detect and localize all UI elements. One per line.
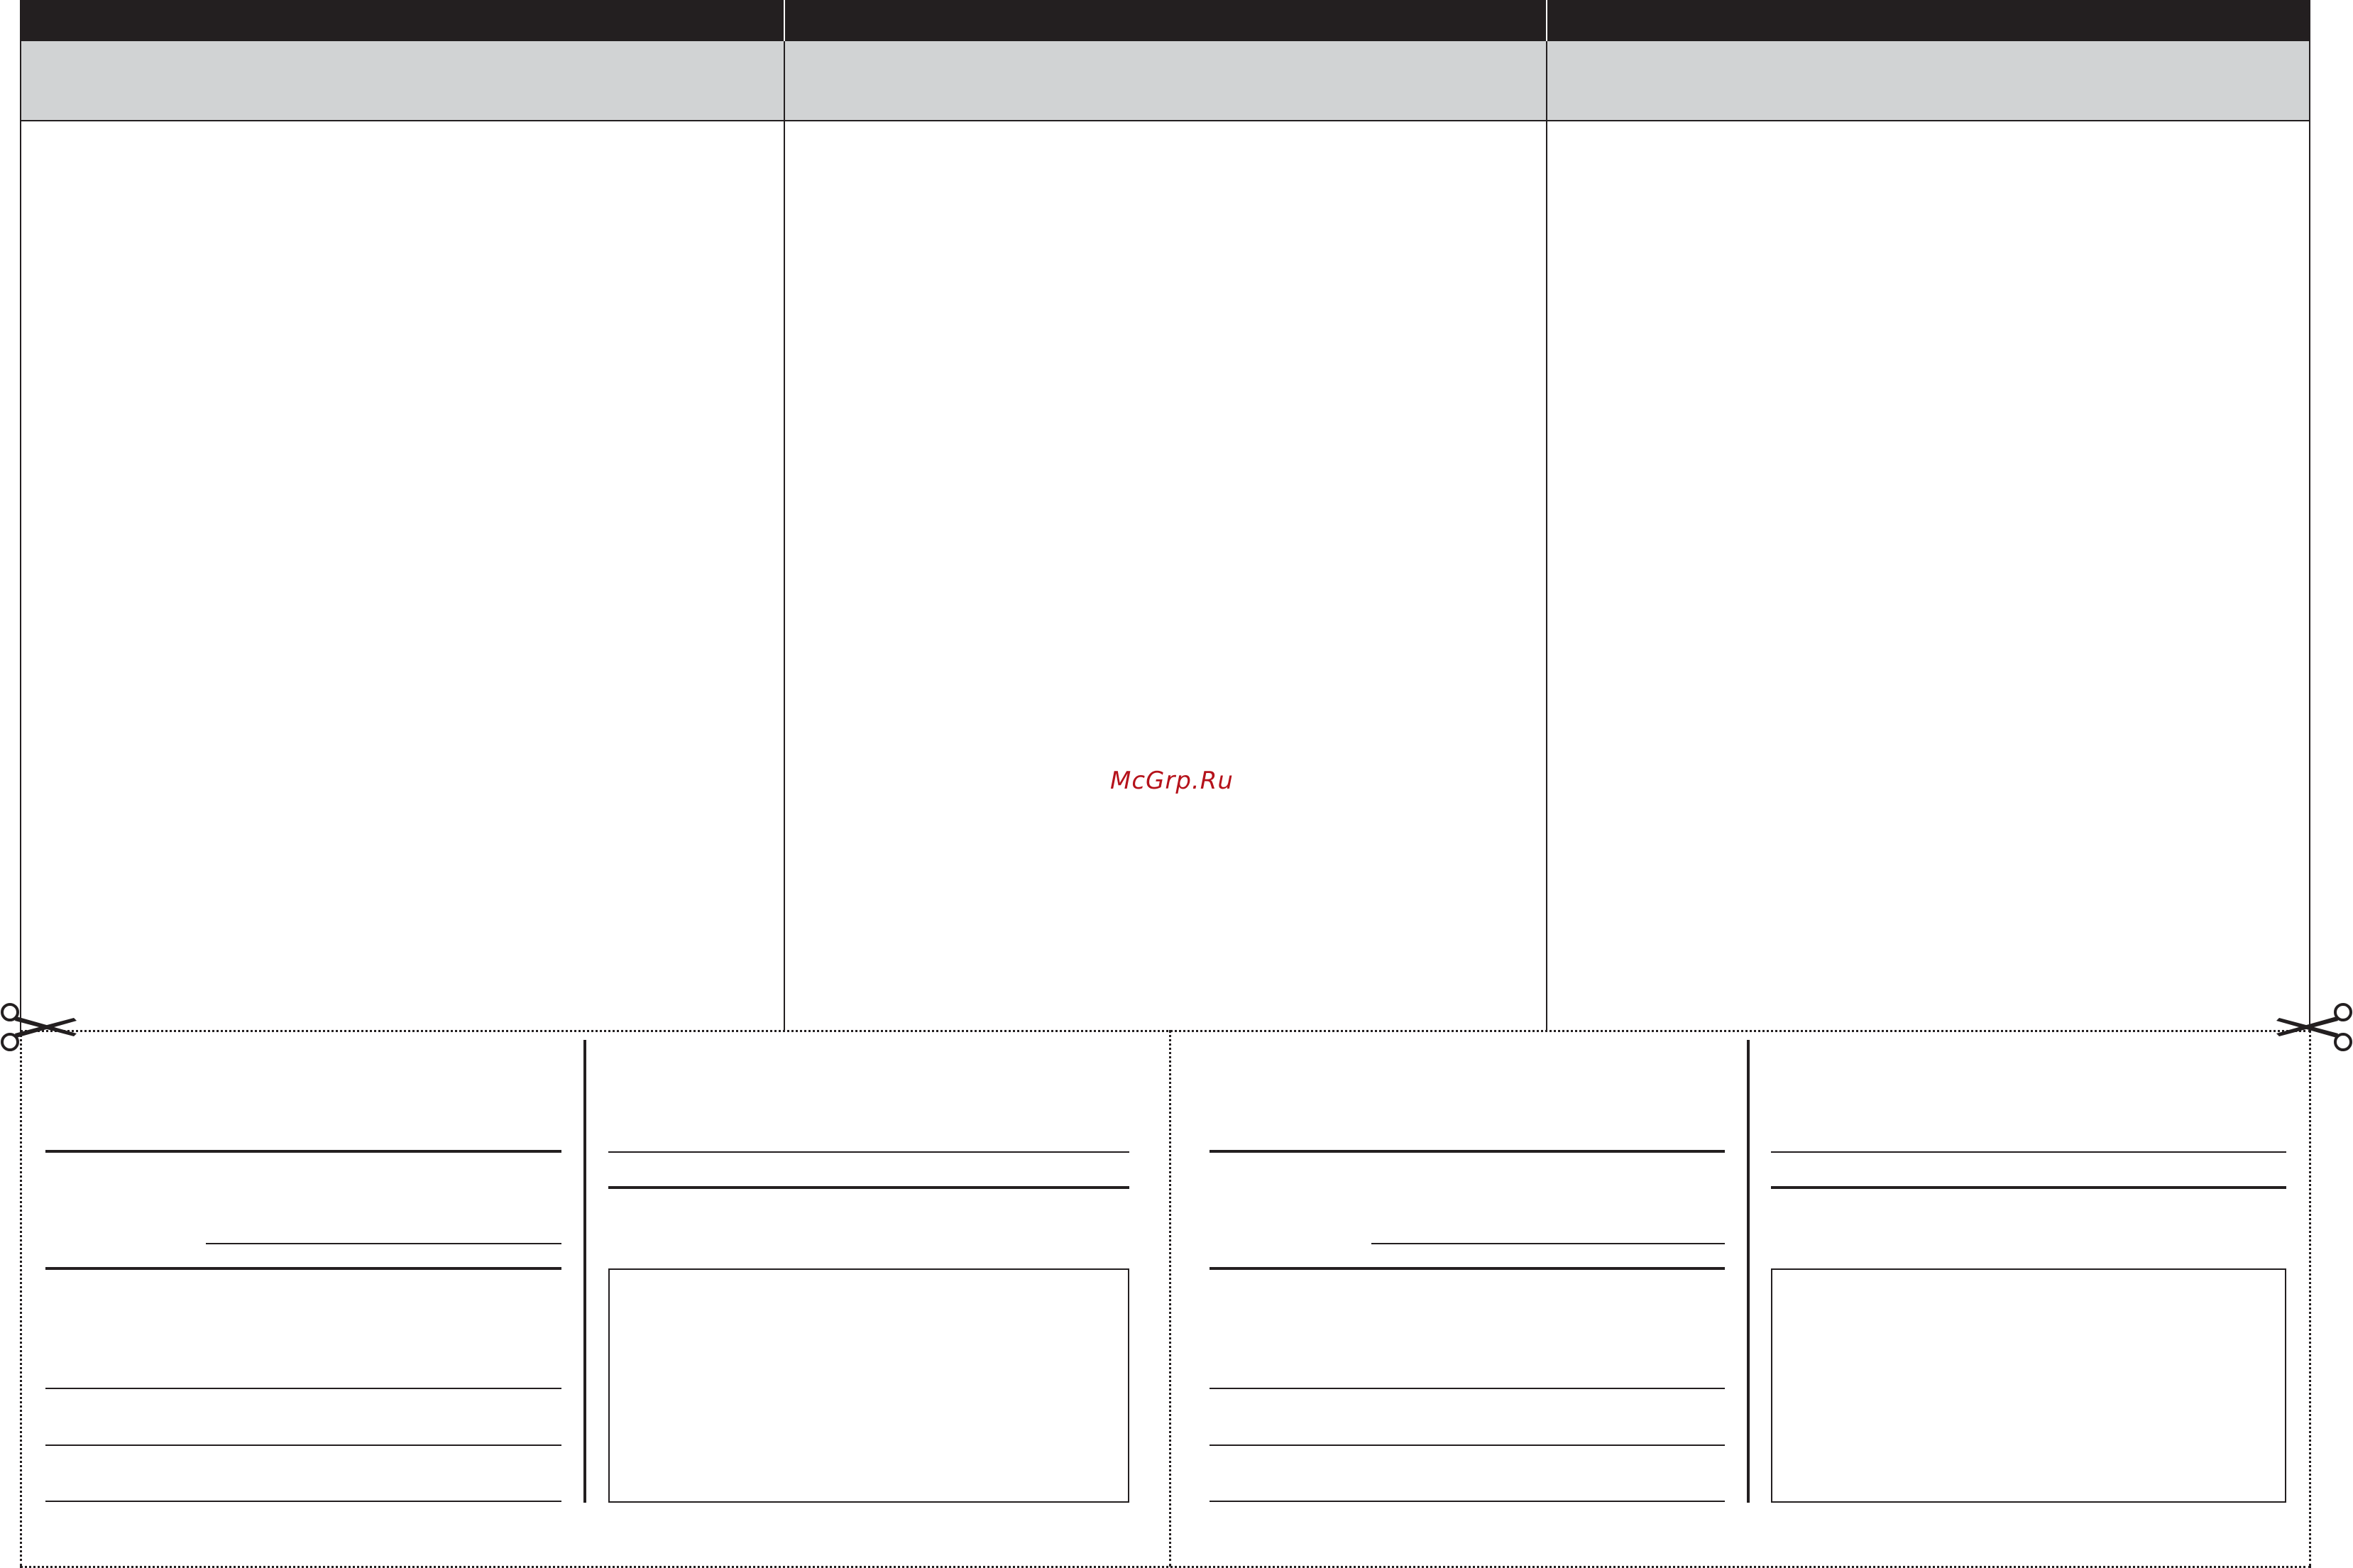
form-line xyxy=(45,1501,561,1502)
form-line xyxy=(206,1243,561,1244)
stamp-box xyxy=(608,1268,1129,1503)
table-header-bar xyxy=(21,0,2310,41)
cut-line-top xyxy=(20,1030,2311,1032)
cut-line-middle xyxy=(1169,1030,1171,1567)
form-line xyxy=(1771,1186,2286,1189)
form-line xyxy=(1210,1150,1725,1153)
form-line xyxy=(45,1267,561,1270)
form-line xyxy=(1210,1444,1725,1446)
table-border-right xyxy=(2309,0,2310,1031)
table-column-divider-2 xyxy=(1546,41,1547,1031)
watermark-text: McGrp.Ru xyxy=(1110,767,1234,795)
coupon-separator xyxy=(583,1040,586,1503)
form-line xyxy=(1771,1151,2286,1153)
cut-line-left xyxy=(20,1030,22,1567)
coupon-separator xyxy=(1747,1040,1750,1503)
table-subheader xyxy=(21,41,2310,121)
subheader-bottom-border xyxy=(21,120,2310,121)
form-line xyxy=(45,1444,561,1446)
scissors-icon xyxy=(2276,1003,2352,1051)
form-line xyxy=(45,1388,561,1389)
header-divider-1 xyxy=(784,0,785,41)
cut-line-right xyxy=(2309,1030,2311,1567)
form-line xyxy=(608,1186,1129,1189)
form-line xyxy=(1371,1243,1725,1244)
form-line xyxy=(608,1151,1129,1153)
scissors-icon xyxy=(1,1003,77,1051)
form-line xyxy=(1210,1267,1725,1270)
form-line xyxy=(45,1150,561,1153)
form-line xyxy=(1210,1388,1725,1389)
form-line xyxy=(1210,1501,1725,1502)
header-divider-2 xyxy=(1546,0,1547,41)
table-column-divider-1 xyxy=(784,41,785,1031)
table-border-left xyxy=(20,0,21,1031)
stamp-box xyxy=(1771,1268,2286,1503)
